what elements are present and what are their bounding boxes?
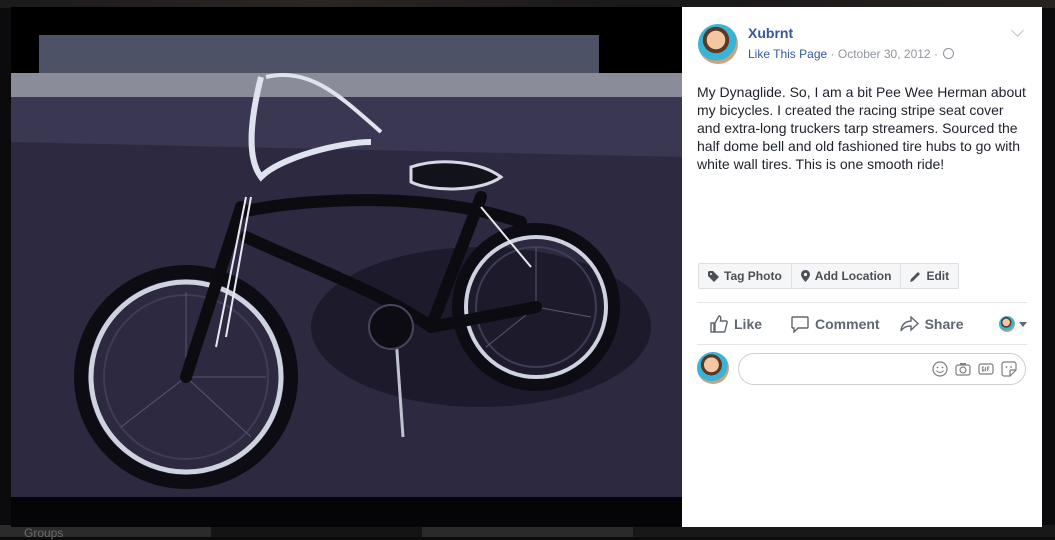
globe-icon	[943, 48, 955, 59]
comment-composer	[697, 351, 1027, 385]
caret-down-icon	[1019, 321, 1027, 327]
comment-input[interactable]	[738, 353, 1026, 385]
chevron-down-icon[interactable]	[1011, 24, 1024, 37]
tag-photo-label: Tag Photo	[724, 269, 782, 283]
post-as-selector[interactable]	[999, 316, 1027, 332]
like-button[interactable]: Like	[710, 315, 762, 333]
edit-button[interactable]: Edit	[901, 264, 958, 288]
page-avatar[interactable]	[698, 24, 738, 64]
comment-input-icons	[932, 361, 1017, 377]
page-name-link[interactable]: Xubrnt	[748, 25, 793, 41]
location-pin-icon	[800, 270, 810, 282]
comment-button[interactable]: Comment	[791, 315, 880, 333]
actions-divider-bottom	[697, 344, 1027, 345]
bicycle-photo-image	[11, 7, 682, 527]
share-label: Share	[924, 316, 964, 332]
comment-label: Comment	[815, 316, 880, 332]
post-date[interactable]: October 30, 2012	[838, 47, 931, 61]
pencil-icon	[910, 271, 921, 282]
tag-photo-button[interactable]: Tag Photo	[699, 264, 792, 288]
meta-separator: ·	[830, 47, 835, 61]
background-caption: Groups	[24, 526, 64, 540]
thumbs-up-icon	[710, 315, 728, 333]
comment-bubble-icon	[791, 315, 809, 333]
post-caption: My Dynaglide. So, I am a bit Pee Wee Her…	[697, 84, 1026, 172]
commenter-avatar	[697, 352, 729, 384]
camera-icon[interactable]	[955, 361, 971, 377]
share-arrow-icon	[899, 316, 919, 332]
post-side-panel: Xubrnt Like This Page · October 30, 2012…	[682, 7, 1042, 527]
add-location-button[interactable]: Add Location	[792, 264, 902, 288]
post-actions: Like Comment Share	[697, 307, 1027, 341]
like-page-link[interactable]: Like This Page	[748, 47, 827, 61]
gif-icon[interactable]	[978, 361, 994, 377]
add-location-label: Add Location	[814, 269, 892, 283]
post-meta: Like This Page · October 30, 2012 ·	[748, 47, 955, 61]
emoji-icon[interactable]	[932, 361, 948, 377]
sticker-icon[interactable]	[1001, 361, 1017, 377]
like-label: Like	[734, 316, 763, 332]
photo-toolbar: Tag Photo Add Location Edit	[698, 263, 960, 289]
edit-label: Edit	[926, 269, 950, 283]
post-photo[interactable]	[11, 7, 682, 527]
meta-separator-2: ·	[933, 47, 938, 61]
actions-divider-top	[697, 302, 1027, 303]
reactor-avatar	[999, 316, 1015, 332]
share-button[interactable]: Share	[899, 316, 964, 332]
tag-icon	[708, 270, 719, 282]
